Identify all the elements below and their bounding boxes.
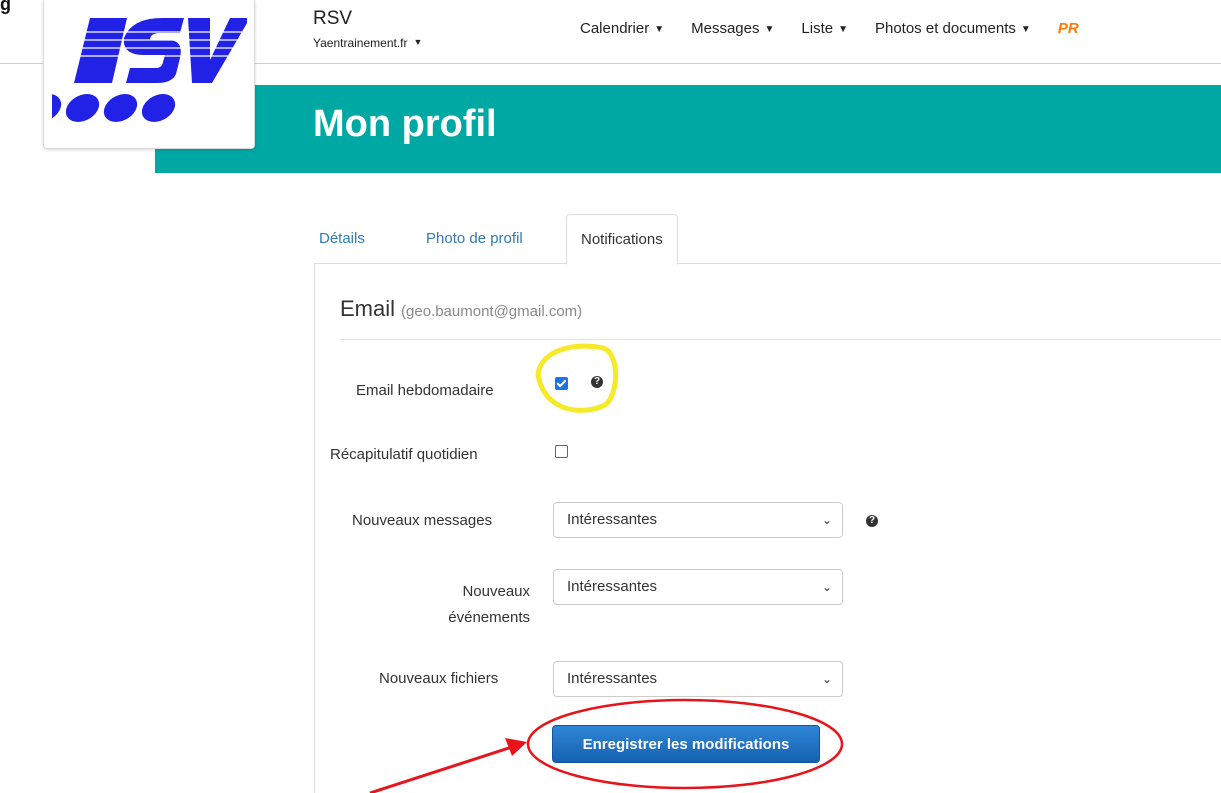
caret-down-icon: ▼ bbox=[838, 24, 848, 35]
select-value: Intéressantes bbox=[567, 511, 658, 528]
nav-calendrier[interactable]: Calendrier ▼ bbox=[580, 20, 664, 37]
new-events-label: Nouveaux événements bbox=[370, 579, 530, 631]
nav-label: Messages bbox=[691, 20, 760, 37]
section-divider bbox=[340, 339, 1221, 340]
rsv-logo-icon bbox=[52, 18, 247, 122]
question-circle-icon[interactable]: ? bbox=[591, 376, 603, 388]
tab-details[interactable]: Détails bbox=[305, 214, 379, 263]
annotation-arrow-head bbox=[505, 738, 527, 756]
weekly-email-label: Email hebdomadaire bbox=[356, 382, 494, 399]
daily-summary-label: Récapitulatif quotidien bbox=[330, 446, 478, 463]
site-name: Yaentrainement.fr bbox=[313, 36, 408, 50]
save-changes-button[interactable]: Enregistrer les modifications bbox=[552, 725, 820, 763]
site-switcher[interactable]: Yaentrainement.fr ▼ bbox=[313, 36, 422, 50]
select-value: Intéressantes bbox=[567, 670, 658, 687]
new-files-label: Nouveaux fichiers bbox=[379, 670, 499, 687]
corner-text: g bbox=[0, 0, 11, 14]
caret-down-icon: ▼ bbox=[654, 24, 665, 35]
section-heading: Email bbox=[340, 296, 396, 321]
chevron-down-icon: ⌄ bbox=[821, 580, 832, 594]
nav-photos-documents[interactable]: Photos et documents ▼ bbox=[875, 20, 1031, 37]
daily-summary-checkbox[interactable] bbox=[555, 445, 568, 458]
tab-photo-de-profil[interactable]: Photo de profil bbox=[412, 214, 537, 263]
tab-notifications[interactable]: Notifications bbox=[566, 214, 678, 265]
label-line: événements bbox=[448, 609, 530, 626]
nav-label: Calendrier bbox=[580, 20, 650, 37]
annotation-arrow-line bbox=[369, 745, 513, 793]
main-nav: Calendrier ▼ Messages ▼ Liste ▼ Photos et d… bbox=[580, 20, 1079, 37]
select-value: Intéressantes bbox=[567, 578, 658, 595]
tabs-divider bbox=[314, 263, 1221, 264]
new-messages-select[interactable]: Intéressantes ⌄ bbox=[553, 502, 843, 538]
nav-liste[interactable]: Liste ▼ bbox=[801, 20, 848, 37]
email-section-title: Email (geo.baumont@gmail.com) bbox=[340, 296, 582, 322]
caret-down-icon: ▼ bbox=[764, 24, 775, 35]
label-line: Nouveaux bbox=[462, 583, 530, 600]
highlight-circle bbox=[535, 343, 619, 413]
panel-border bbox=[314, 264, 315, 793]
chevron-down-icon: ⌄ bbox=[821, 672, 832, 686]
brand-title[interactable]: RSV bbox=[313, 8, 352, 30]
nav-messages[interactable]: Messages ▼ bbox=[691, 20, 774, 37]
new-files-select[interactable]: Intéressantes ⌄ bbox=[553, 661, 843, 697]
new-events-select[interactable]: Intéressantes ⌄ bbox=[553, 569, 843, 605]
question-circle-icon[interactable]: ? bbox=[866, 515, 878, 527]
club-logo[interactable] bbox=[43, 0, 255, 149]
new-messages-label: Nouveaux messages bbox=[352, 512, 493, 529]
nav-pro[interactable]: PR bbox=[1058, 20, 1079, 37]
nav-label: Photos et documents bbox=[874, 20, 1016, 37]
weekly-email-checkbox[interactable] bbox=[555, 377, 568, 390]
caret-down-icon: ▼ bbox=[413, 37, 423, 47]
caret-down-icon: ▼ bbox=[1020, 24, 1031, 35]
email-address: (geo.baumont@gmail.com) bbox=[401, 303, 583, 320]
chevron-down-icon: ⌄ bbox=[821, 513, 832, 527]
page-title: Mon profil bbox=[313, 103, 497, 145]
nav-label: Liste bbox=[801, 20, 834, 37]
